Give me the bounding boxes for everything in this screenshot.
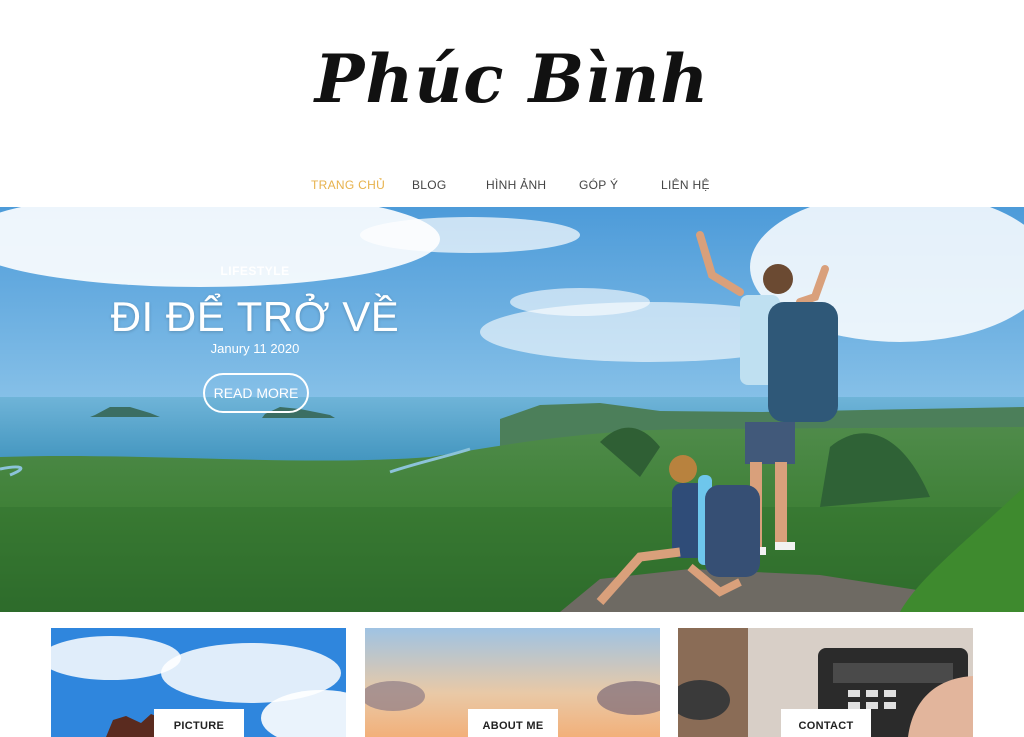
card-picture-label[interactable]: PICTURE (154, 709, 244, 737)
hero-banner: LIFESTYLE ĐI ĐỂ TRỞ VỀ Janury 11 2020 RE… (0, 207, 1024, 612)
main-navigation: TRANG CHỦ BLOG HÌNH ẢNH GÓP Ý LIÊN HỆ (0, 178, 1024, 196)
card-about-me[interactable]: ABOUT ME (365, 628, 660, 737)
card-contact[interactable]: CONTACT (678, 628, 973, 737)
nav-item-home[interactable]: TRANG CHỦ (311, 178, 385, 192)
nav-item-feedback[interactable]: GÓP Ý (579, 178, 618, 192)
post-category: LIFESTYLE (220, 264, 290, 278)
post-date: Janury 11 2020 (210, 341, 300, 356)
nav-item-contact[interactable]: LIÊN HỆ (661, 178, 710, 192)
nav-item-images[interactable]: HÌNH ẢNH (486, 178, 546, 192)
nav-item-blog[interactable]: BLOG (412, 178, 447, 192)
read-more-button[interactable]: READ MORE (203, 373, 309, 413)
feature-cards: PICTURE ABOUT ME CONTACT (0, 628, 1024, 737)
hero-title: ĐI ĐỂ TRỞ VỀ (110, 293, 400, 340)
site-logo[interactable]: Phúc Bình (0, 40, 1024, 118)
card-contact-label[interactable]: CONTACT (781, 709, 871, 737)
card-about-label[interactable]: ABOUT ME (468, 709, 558, 737)
card-picture[interactable]: PICTURE (51, 628, 346, 737)
